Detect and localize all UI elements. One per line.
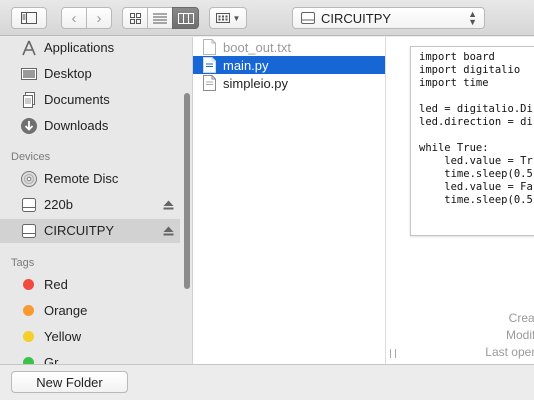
sidebar-item-downloads[interactable]: Downloads	[0, 114, 180, 138]
column-resizer[interactable]	[385, 37, 400, 364]
code-line: import board	[419, 51, 495, 63]
documents-icon	[23, 92, 35, 108]
toolbar: ‹ › ▼ CIRCUITPY ▲ ▼	[0, 0, 534, 36]
bottom-bar: New Folder	[0, 364, 534, 400]
code-line: time.sleep(0.5	[419, 194, 533, 206]
sidebar-toggle-icon	[21, 12, 37, 24]
code-line: led.value = Fa	[419, 181, 533, 193]
chevron-right-icon: ›	[96, 9, 102, 27]
sidebar-item-applications[interactable]: Applications	[0, 37, 180, 60]
code-line: led = digitalio.Di	[419, 103, 533, 115]
file-row-boot-out[interactable]: boot_out.txt	[193, 38, 385, 56]
code-line: import time	[419, 77, 489, 89]
arrange-icon	[215, 13, 230, 23]
devices-heading: Devices	[11, 151, 51, 163]
red-tag-icon	[23, 279, 34, 290]
sidebar-item-desktop[interactable]: Desktop	[0, 62, 180, 86]
applications-icon	[22, 40, 36, 56]
desktop-icon	[21, 68, 37, 80]
updown-chevron-icon: ▲ ▼	[468, 9, 477, 27]
sidebar-tag-yellow[interactable]: Yellow	[0, 325, 180, 349]
sidebar-item-remote-disc[interactable]: Remote Disc	[0, 167, 180, 191]
drive-icon	[22, 224, 36, 238]
sidebar-item-220b[interactable]: 220b	[0, 193, 180, 217]
sidebar-tag-orange[interactable]: Orange	[0, 299, 180, 323]
code-line: import digitalio	[419, 64, 521, 76]
python-file-icon	[203, 57, 216, 73]
sidebar-item-label: Documents	[44, 92, 110, 107]
meta-last-opened-label: Last open	[485, 345, 534, 359]
eject-icon[interactable]	[163, 226, 174, 236]
code-line: led.direction = di	[419, 116, 533, 128]
text-file-icon	[203, 39, 216, 55]
sidebar-item-label: Gr	[44, 355, 59, 364]
code-preview: import board import digitalio import tim…	[410, 46, 534, 236]
chevron-left-icon: ‹	[71, 9, 77, 27]
icon-view-icon	[129, 12, 141, 24]
drive-icon	[22, 198, 36, 212]
code-line: time.sleep(0.5	[419, 168, 533, 180]
path-popup-label: CIRCUITPY	[321, 11, 392, 26]
sidebar-item-label: 220b	[44, 197, 73, 212]
sidebar-item-label: Downloads	[44, 118, 109, 133]
forward-button[interactable]: ›	[86, 7, 112, 29]
sidebar-item-label: Desktop	[44, 66, 92, 81]
sidebar-tag-green[interactable]: Gr	[0, 351, 180, 364]
sidebar-tag-red[interactable]: Red	[0, 273, 180, 297]
view-list-button[interactable]	[147, 7, 173, 29]
sidebar-item-label: Remote Disc	[44, 171, 119, 186]
resize-grip-icon	[390, 349, 396, 358]
list-view-icon	[153, 13, 167, 23]
sidebar-item-label: Yellow	[44, 329, 82, 344]
sidebar-toggle-button[interactable]	[11, 7, 47, 29]
file-row-simpleio-py[interactable]: simpleio.py	[193, 74, 385, 92]
view-icons-button[interactable]	[122, 7, 148, 29]
path-popup-button[interactable]: CIRCUITPY ▲ ▼	[292, 7, 485, 29]
sidebar-item-documents[interactable]: Documents	[0, 88, 180, 112]
file-row-main-py[interactable]: main.py	[193, 56, 385, 74]
sidebar: Applications Desktop Documents Downloads…	[0, 37, 192, 364]
new-folder-button[interactable]: New Folder	[11, 371, 128, 393]
code-line: while True:	[419, 142, 489, 154]
column-view-icon	[177, 12, 194, 24]
sidebar-item-label: CIRCUITPY	[44, 223, 115, 238]
sidebar-scrollbar[interactable]	[184, 93, 190, 289]
meta-created-label: Creat	[508, 311, 534, 325]
orange-tag-icon	[23, 305, 34, 316]
arrange-button[interactable]: ▼	[209, 7, 247, 29]
downloads-icon	[21, 118, 37, 134]
chevron-down-icon: ▼	[232, 13, 241, 23]
python-file-icon	[203, 75, 216, 91]
drive-icon	[301, 12, 315, 24]
remote-disc-icon	[21, 171, 37, 187]
meta-modified-label: Modifi	[505, 328, 534, 342]
file-name: simpleio.py	[223, 76, 289, 91]
tags-heading: Tags	[11, 257, 35, 269]
eject-icon[interactable]	[163, 200, 174, 210]
file-name: boot_out.txt	[223, 40, 291, 55]
sidebar-item-label: Applications	[44, 40, 115, 55]
back-button[interactable]: ‹	[61, 7, 87, 29]
preview-pane: import board import digitalio import tim…	[400, 37, 534, 364]
sidebar-item-label: Orange	[44, 303, 88, 318]
file-column: boot_out.txt main.py simpleio.py	[192, 37, 385, 364]
yellow-tag-icon	[23, 331, 34, 342]
view-columns-button[interactable]	[172, 7, 199, 29]
green-tag-icon	[23, 357, 34, 364]
sidebar-item-circuitpy[interactable]: CIRCUITPY	[0, 219, 180, 243]
sidebar-item-label: Red	[44, 277, 68, 292]
file-name: main.py	[223, 58, 269, 73]
code-line: led.value = Tr	[419, 155, 533, 167]
